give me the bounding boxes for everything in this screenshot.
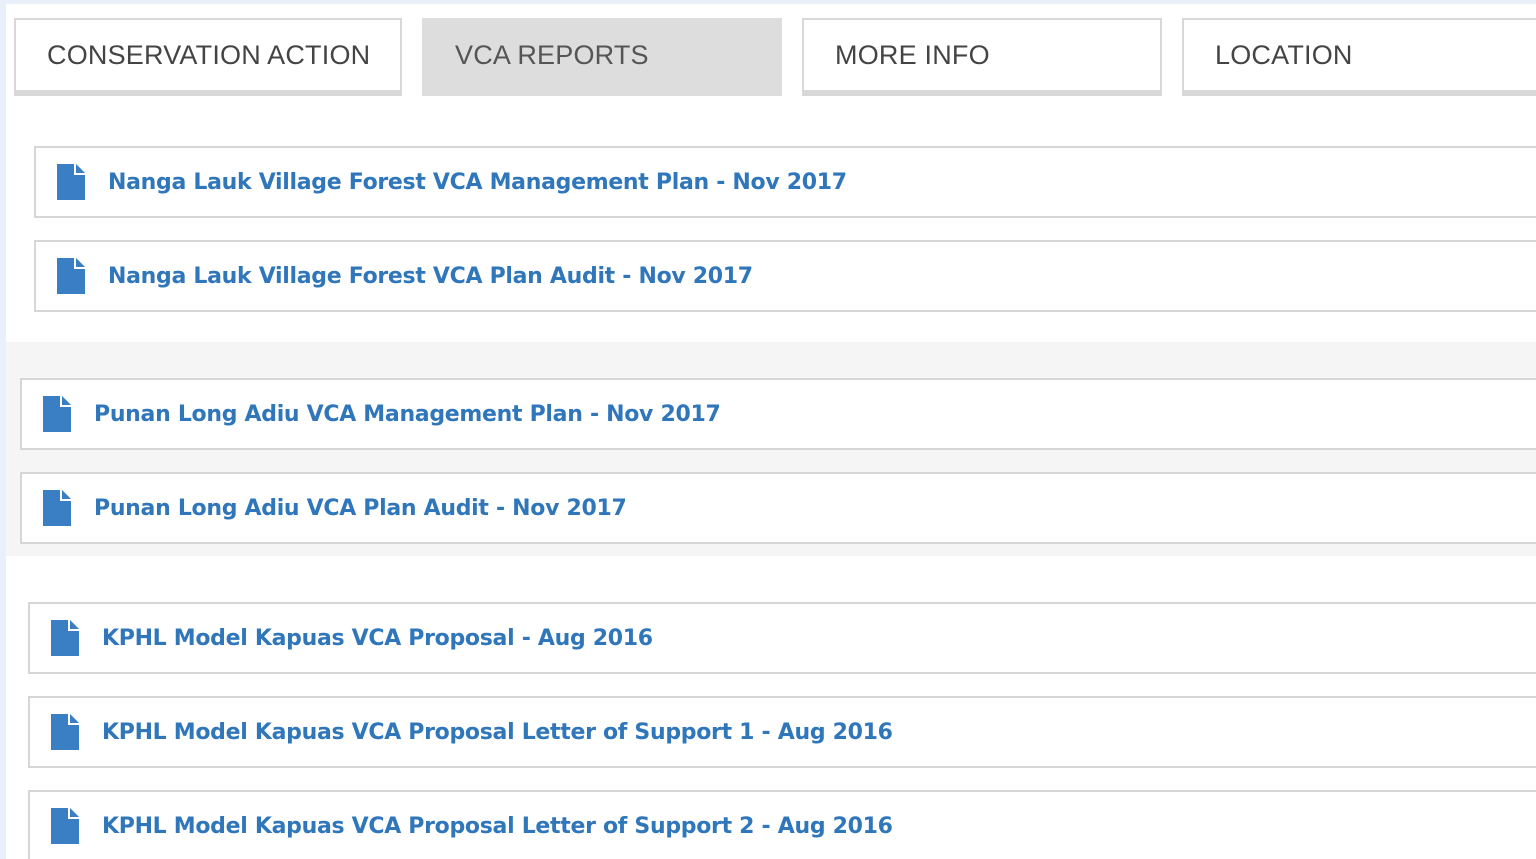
document-group-nanga-lauk: Nanga Lauk Village Forest VCA Management… bbox=[6, 102, 1536, 320]
document-title: KPHL Model Kapuas VCA Proposal Letter of… bbox=[102, 813, 893, 839]
document-title: Punan Long Adiu VCA Plan Audit - Nov 201… bbox=[94, 495, 627, 521]
tab-conservation-action[interactable]: CONSERVATION ACTION bbox=[14, 18, 402, 96]
file-icon bbox=[57, 258, 85, 294]
tab-more-info[interactable]: MORE INFO bbox=[802, 18, 1162, 96]
document-link[interactable]: KPHL Model Kapuas VCA Proposal - Aug 201… bbox=[28, 602, 1536, 674]
document-link[interactable]: KPHL Model Kapuas VCA Proposal Letter of… bbox=[28, 790, 1536, 859]
file-icon bbox=[51, 808, 79, 844]
file-icon bbox=[51, 714, 79, 750]
tab-bar: CONSERVATION ACTION VCA REPORTS MORE INF… bbox=[6, 4, 1536, 102]
document-link[interactable]: KPHL Model Kapuas VCA Proposal Letter of… bbox=[28, 696, 1536, 768]
file-icon bbox=[51, 620, 79, 656]
document-link[interactable]: Nanga Lauk Village Forest VCA Management… bbox=[34, 146, 1536, 218]
file-icon bbox=[43, 396, 71, 432]
document-title: KPHL Model Kapuas VCA Proposal - Aug 201… bbox=[102, 625, 653, 651]
document-link[interactable]: Punan Long Adiu VCA Management Plan - No… bbox=[20, 378, 1536, 450]
document-title: Punan Long Adiu VCA Management Plan - No… bbox=[94, 401, 721, 427]
document-group-punan-long-adiu: Punan Long Adiu VCA Management Plan - No… bbox=[6, 342, 1536, 556]
document-link[interactable]: Nanga Lauk Village Forest VCA Plan Audit… bbox=[34, 240, 1536, 312]
document-title: Nanga Lauk Village Forest VCA Plan Audit… bbox=[108, 263, 753, 289]
file-icon bbox=[43, 490, 71, 526]
tab-location[interactable]: LOCATION bbox=[1182, 18, 1536, 96]
file-icon bbox=[57, 164, 85, 200]
document-title: Nanga Lauk Village Forest VCA Management… bbox=[108, 169, 847, 195]
page: CONSERVATION ACTION VCA REPORTS MORE INF… bbox=[6, 4, 1536, 859]
document-link[interactable]: Punan Long Adiu VCA Plan Audit - Nov 201… bbox=[20, 472, 1536, 544]
document-title: KPHL Model Kapuas VCA Proposal Letter of… bbox=[102, 719, 893, 745]
tab-vca-reports[interactable]: VCA REPORTS bbox=[422, 18, 782, 96]
document-group-kphl-model-kapuas: KPHL Model Kapuas VCA Proposal - Aug 201… bbox=[6, 582, 1536, 859]
